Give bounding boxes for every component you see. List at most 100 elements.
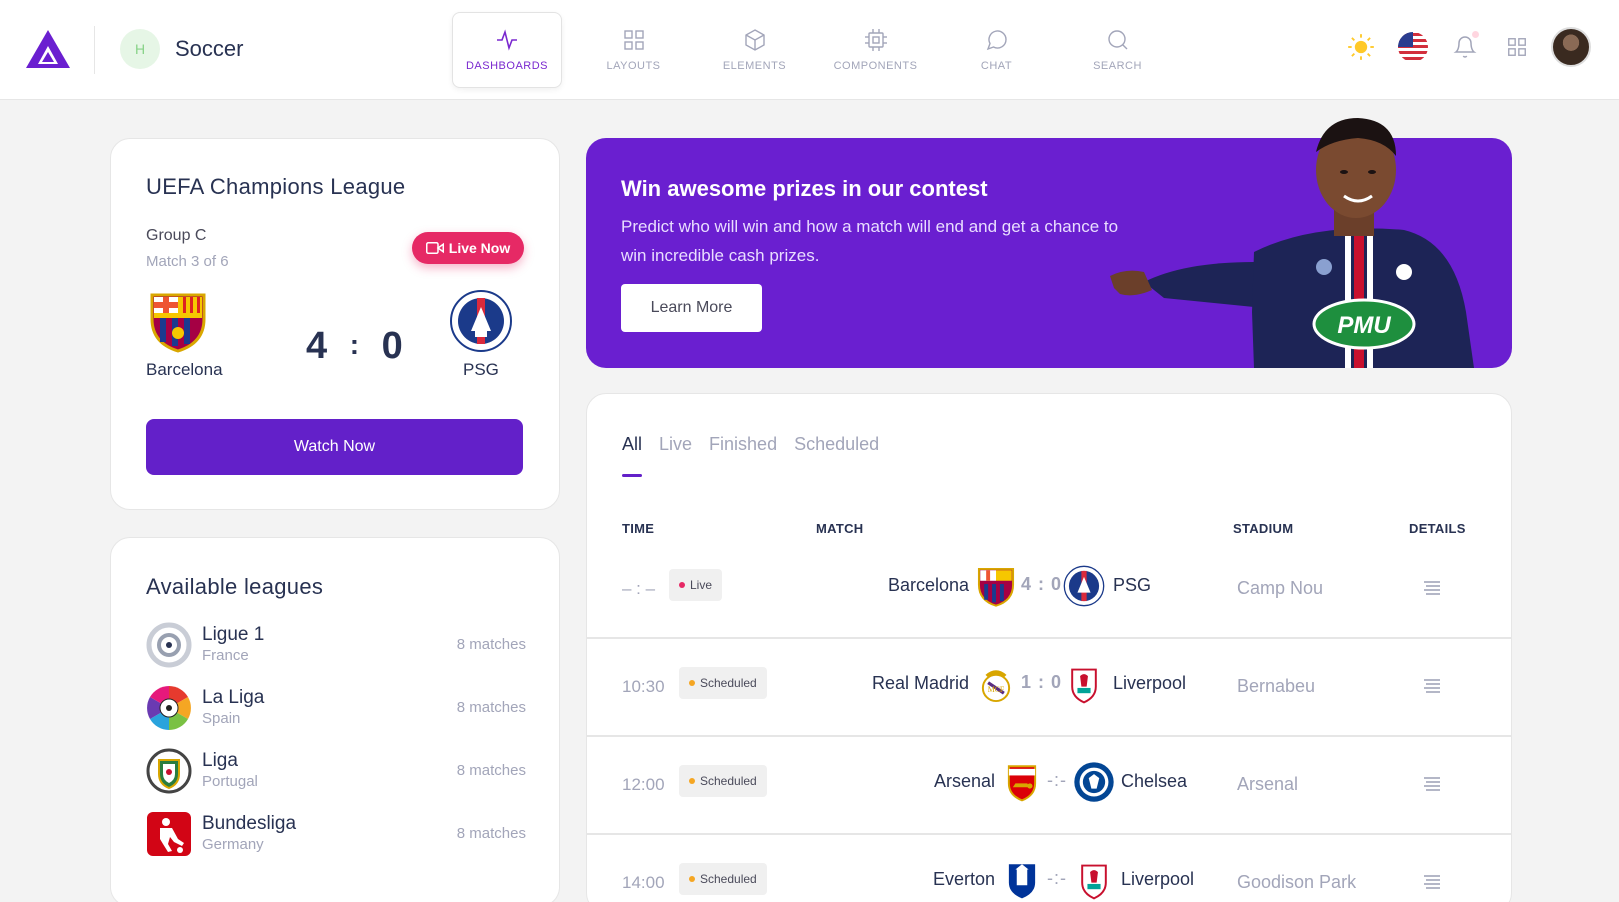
- psg-crest-icon: [450, 290, 512, 352]
- match-score: -:-: [1047, 868, 1067, 888]
- nav-dashboards[interactable]: DASHBOARDS: [452, 12, 562, 88]
- nav-label: CHAT: [980, 60, 1013, 72]
- nav-label: ELEMENTS: [722, 60, 787, 72]
- away-team: Chelsea: [1121, 771, 1188, 791]
- competition-title: UEFA Champions League: [146, 174, 406, 199]
- nav-components[interactable]: COMPONENTS: [815, 12, 936, 88]
- column-header-match: MATCH: [816, 521, 864, 536]
- brand-divider: [94, 26, 95, 74]
- theme-toggle[interactable]: [1341, 27, 1381, 67]
- home-team: Everton: [932, 869, 995, 889]
- table-row[interactable]: 14:00 Scheduled Everton -:- Liverpool Go…: [587, 835, 1511, 902]
- bundesliga-logo-icon: [147, 812, 191, 856]
- league-match-count: 8 matches: [456, 636, 526, 653]
- banner-title: Win awesome prizes in our contest: [621, 176, 988, 201]
- liverpool-crest-icon: [1081, 864, 1107, 900]
- league-match-count: 8 matches: [456, 762, 526, 779]
- notification-dot: [1472, 31, 1479, 38]
- psg-crest-icon: [1063, 565, 1105, 607]
- stadium-name: Goodison Park: [1237, 872, 1357, 892]
- nav-label: DASHBOARDS: [465, 60, 549, 72]
- stadium-name: Bernabeu: [1237, 676, 1316, 696]
- page-title: Soccer: [175, 36, 244, 61]
- tab-finished[interactable]: Finished: [709, 434, 777, 477]
- league-country: Portugal: [202, 773, 258, 790]
- away-score: 0: [381, 325, 405, 367]
- away-team: Liverpool: [1121, 869, 1195, 889]
- scheduled-dot: [689, 876, 695, 882]
- away-team-name: PSG: [463, 360, 499, 379]
- match-cell: Real Madrid MCF 1 : 0 Liverpool: [807, 659, 1257, 709]
- nav-chat[interactable]: CHAT: [936, 12, 1057, 88]
- notifications-button[interactable]: [1445, 27, 1485, 67]
- status-badge: Scheduled: [679, 667, 767, 699]
- nav-search[interactable]: SEARCH: [1057, 12, 1178, 88]
- apps-grid-icon: [1508, 38, 1526, 56]
- league-country: Germany: [202, 836, 264, 853]
- home-team: Real Madrid: [871, 673, 969, 693]
- away-team: Liverpool: [1113, 673, 1187, 693]
- watch-now-button[interactable]: Watch Now: [146, 419, 523, 475]
- brand-avatar: H: [120, 29, 160, 69]
- live-now-button[interactable]: Live Now: [412, 232, 524, 264]
- league-item[interactable]: Ligue 1 France 8 matches: [146, 620, 526, 670]
- table-row[interactable]: 12:00 Scheduled Arsenal -:- Chelsea Arse…: [587, 737, 1511, 835]
- status-label: Live: [690, 578, 713, 592]
- contest-banner: Win awesome prizes in our contest Predic…: [586, 118, 1512, 368]
- league-country: Spain: [202, 710, 241, 727]
- status-label: Scheduled: [700, 872, 757, 886]
- table-row[interactable]: 10:30 Scheduled Real Madrid MCF 1 : 0 Li…: [587, 639, 1511, 737]
- tab-all[interactable]: All: [622, 434, 643, 477]
- details-menu-icon[interactable]: [1422, 675, 1442, 695]
- match-time: – : –: [622, 579, 656, 598]
- player-illustration: PMU: [1110, 118, 1474, 368]
- column-header-time: TIME: [622, 521, 655, 536]
- app-logo[interactable]: [24, 28, 72, 70]
- column-header-details: DETAILS: [1409, 521, 1466, 536]
- match-cell: Arsenal -:- Chelsea: [807, 757, 1257, 807]
- user-avatar[interactable]: [1551, 27, 1591, 67]
- top-navbar: H Soccer DASHBOARDS LAYOUTS ELEMENTS COM…: [0, 0, 1619, 100]
- tab-scheduled[interactable]: Scheduled: [794, 434, 879, 477]
- status-badge: Scheduled: [679, 863, 767, 895]
- league-match-count: 8 matches: [456, 825, 526, 842]
- league-name: Bundesliga: [202, 813, 297, 834]
- match-score: 4 : 0: [1021, 574, 1063, 594]
- banner-text: Predict who will win and how a match wil…: [621, 217, 1119, 265]
- match-time: 12:00: [622, 775, 665, 794]
- apps-button[interactable]: [1497, 27, 1537, 67]
- match-score: 1 : 0: [1021, 672, 1063, 692]
- header-actions: [1329, 27, 1591, 67]
- details-menu-icon[interactable]: [1422, 871, 1442, 891]
- details-menu-icon[interactable]: [1422, 773, 1442, 793]
- match-cell: Barcelona 4 : 0 PSG: [807, 561, 1257, 611]
- league-item[interactable]: La Liga Spain 8 matches: [146, 683, 526, 733]
- status-label: Scheduled: [700, 774, 757, 788]
- arsenal-crest-icon: [1007, 765, 1037, 802]
- stadium-name: Arsenal: [1237, 774, 1299, 794]
- language-selector[interactable]: [1393, 27, 1433, 67]
- away-team: PSG: [1113, 575, 1152, 595]
- league-item[interactable]: Bundesliga Germany 8 matches: [146, 809, 526, 859]
- status-badge: Scheduled: [679, 765, 767, 797]
- laliga-logo-icon: [147, 686, 191, 730]
- live-dot: [679, 582, 685, 588]
- league-country: France: [202, 647, 249, 664]
- liga-portugal-logo-icon: [146, 748, 192, 794]
- column-header-stadium: STADIUM: [1233, 521, 1294, 536]
- tab-live[interactable]: Live: [659, 434, 692, 477]
- home-team-name: Barcelona: [146, 360, 223, 379]
- nav-elements[interactable]: ELEMENTS: [694, 12, 815, 88]
- scheduled-dot: [689, 778, 695, 784]
- league-item[interactable]: Liga Portugal 8 matches: [146, 746, 526, 796]
- match-score: -:-: [1047, 770, 1067, 790]
- jersey-sponsor-text: PMU: [1337, 312, 1391, 339]
- table-row[interactable]: – : – Live Barcelona 4 : 0 PSG Camp Nou: [587, 541, 1511, 639]
- chat-icon: [986, 30, 1007, 51]
- featured-score: 4 : 0: [306, 325, 405, 367]
- nav-layouts[interactable]: LAYOUTS: [573, 12, 694, 88]
- details-menu-icon[interactable]: [1422, 577, 1442, 597]
- learn-more-button[interactable]: Learn More: [621, 284, 762, 332]
- league-name: La Liga: [202, 687, 265, 708]
- nav-label: LAYOUTS: [606, 60, 661, 72]
